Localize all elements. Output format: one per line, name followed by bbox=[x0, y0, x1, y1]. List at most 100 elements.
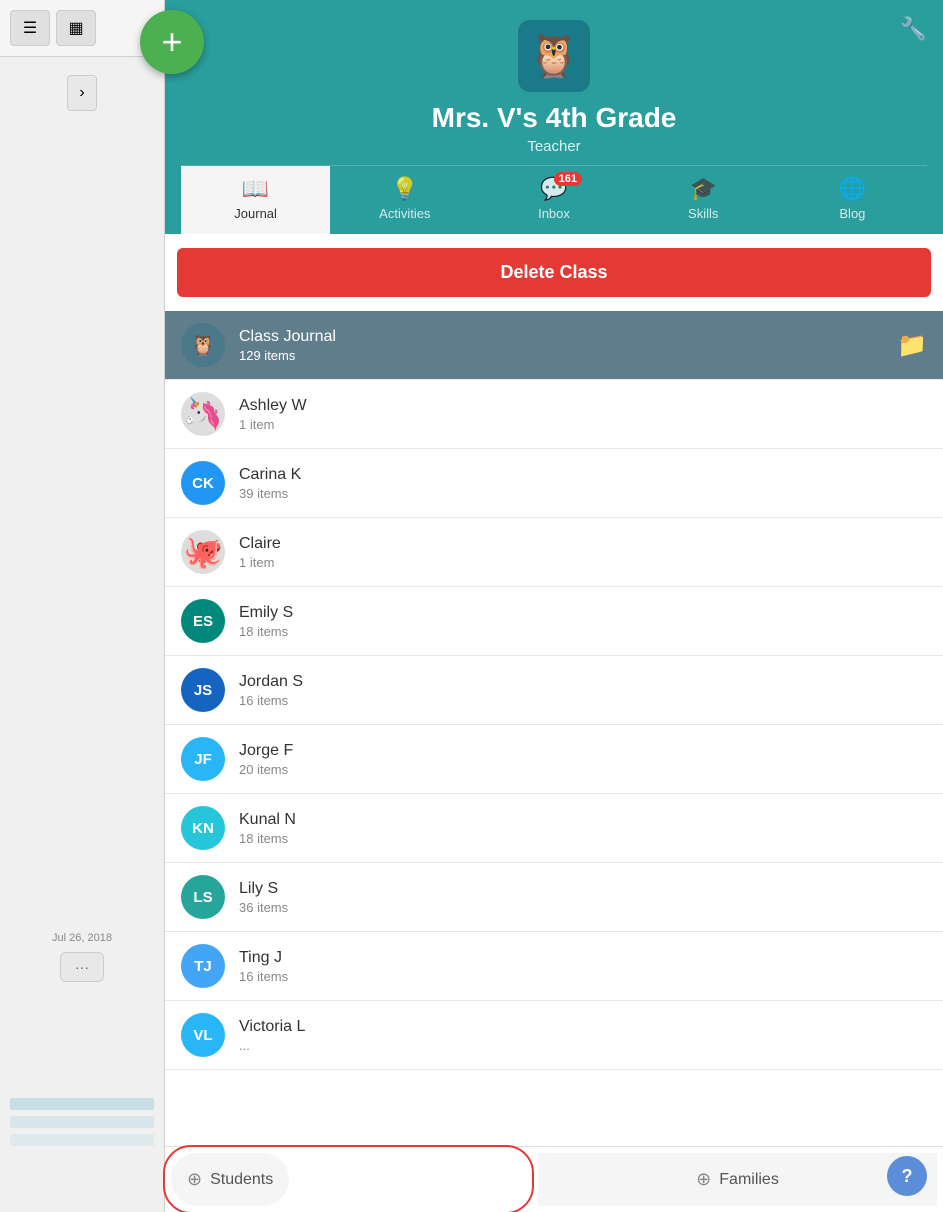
student-info: Kunal N 18 items bbox=[239, 811, 927, 846]
student-name: Carina K bbox=[239, 466, 927, 484]
student-items: ... bbox=[239, 1038, 927, 1053]
student-items: 18 items bbox=[239, 831, 927, 846]
student-name: Jordan S bbox=[239, 673, 927, 691]
student-row[interactable]: 🦄 Ashley W 1 item bbox=[165, 380, 943, 449]
student-list: 🦄 Ashley W 1 item CK Carina K 39 items 🐙… bbox=[165, 380, 943, 1070]
student-items: 18 items bbox=[239, 624, 927, 639]
student-row[interactable]: JF Jorge F 20 items bbox=[165, 725, 943, 794]
student-items: 1 item bbox=[239, 417, 927, 432]
sidebar-content-lines bbox=[10, 1098, 154, 1152]
student-items: 16 items bbox=[239, 969, 927, 984]
tab-blog-label: Blog bbox=[839, 206, 865, 221]
student-row[interactable]: 🐙 Claire 1 item bbox=[165, 518, 943, 587]
student-info: Claire 1 item bbox=[239, 535, 927, 570]
plus-icon: + bbox=[161, 24, 182, 60]
sidebar-line-3 bbox=[10, 1134, 154, 1146]
student-info: Emily S 18 items bbox=[239, 604, 927, 639]
student-items: 39 items bbox=[239, 486, 927, 501]
tab-journal-label: Journal bbox=[234, 206, 277, 221]
owl-emoji: 🦉 bbox=[528, 32, 580, 81]
student-name: Ashley W bbox=[239, 397, 927, 415]
menu-icon[interactable]: ☰ bbox=[10, 10, 50, 46]
student-name: Jorge F bbox=[239, 742, 927, 760]
inbox-badge: 161 bbox=[554, 172, 582, 186]
tab-blog[interactable]: 🌐 Blog bbox=[778, 166, 927, 234]
student-name: Kunal N bbox=[239, 811, 927, 829]
help-icon: ? bbox=[902, 1166, 913, 1187]
more-options-button[interactable]: ··· bbox=[60, 952, 104, 982]
avatar: KN bbox=[181, 806, 225, 850]
tab-skills[interactable]: 🎓 Skills bbox=[629, 166, 778, 234]
tab-inbox[interactable]: 💬 161 Inbox bbox=[479, 166, 628, 234]
student-row[interactable]: TJ Ting J 16 items bbox=[165, 932, 943, 1001]
class-journal-name: Class Journal bbox=[239, 328, 897, 346]
student-row[interactable]: KN Kunal N 18 items bbox=[165, 794, 943, 863]
folder-icon: 📁 bbox=[897, 331, 927, 360]
owl-logo: 🦉 bbox=[518, 20, 590, 92]
class-header: 🦉 Mrs. V's 4th Grade Teacher 🔧 📖 Journal… bbox=[165, 0, 943, 234]
blog-icon: 🌐 bbox=[839, 176, 866, 202]
avatar: 🦄 bbox=[181, 392, 225, 436]
student-row[interactable]: ES Emily S 18 items bbox=[165, 587, 943, 656]
student-row[interactable]: CK Carina K 39 items bbox=[165, 449, 943, 518]
class-journal-row[interactable]: 🦉 Class Journal 129 items 📁 bbox=[165, 311, 943, 380]
avatar: LS bbox=[181, 875, 225, 919]
student-info: Ting J 16 items bbox=[239, 949, 927, 984]
class-journal-avatar: 🦉 bbox=[181, 323, 225, 367]
class-journal-items: 129 items bbox=[239, 348, 897, 363]
student-name: Claire bbox=[239, 535, 927, 553]
avatar: JF bbox=[181, 737, 225, 781]
tab-journal[interactable]: 📖 Journal bbox=[181, 166, 330, 234]
plus-students-icon: ⊕ bbox=[187, 1169, 202, 1190]
sidebar-date: Jul 26, 2018 bbox=[0, 924, 164, 952]
avatar: VL bbox=[181, 1013, 225, 1057]
student-items: 20 items bbox=[239, 762, 927, 777]
bottom-navigation: ⊕ Students ⊕ Families bbox=[165, 1146, 943, 1212]
student-row[interactable]: VL Victoria L ... bbox=[165, 1001, 943, 1070]
class-journal-owl: 🦉 bbox=[191, 333, 216, 358]
student-name: Ting J bbox=[239, 949, 927, 967]
tab-inbox-label: Inbox bbox=[538, 206, 570, 221]
sidebar: ☰ ▦ › Jul 26, 2018 ··· bbox=[0, 0, 165, 1212]
families-label: Families bbox=[719, 1171, 779, 1189]
students-wrapper: ⊕ Students bbox=[165, 1147, 532, 1212]
main-content: 🦉 Mrs. V's 4th Grade Teacher 🔧 📖 Journal… bbox=[165, 0, 943, 1212]
calendar-icon[interactable]: ▦ bbox=[56, 10, 96, 46]
help-button[interactable]: ? bbox=[887, 1156, 927, 1196]
delete-class-button[interactable]: Delete Class bbox=[177, 248, 931, 297]
navigation-tabs: 📖 Journal 💡 Activities 💬 161 Inbox 🎓 Ski… bbox=[181, 165, 927, 234]
sidebar-line-2 bbox=[10, 1116, 154, 1128]
journal-icon: 📖 bbox=[242, 176, 269, 202]
class-journal-info: Class Journal 129 items bbox=[239, 328, 897, 363]
student-name: Lily S bbox=[239, 880, 927, 898]
plus-families-icon: ⊕ bbox=[696, 1169, 711, 1190]
student-items: 16 items bbox=[239, 693, 927, 708]
class-subtitle: Teacher bbox=[181, 138, 927, 155]
add-button[interactable]: + bbox=[140, 10, 204, 74]
tab-activities[interactable]: 💡 Activities bbox=[330, 166, 479, 234]
student-row[interactable]: LS Lily S 36 items bbox=[165, 863, 943, 932]
sidebar-line-1 bbox=[10, 1098, 154, 1110]
avatar: JS bbox=[181, 668, 225, 712]
avatar: ES bbox=[181, 599, 225, 643]
students-button[interactable]: ⊕ Students bbox=[171, 1153, 289, 1206]
student-row[interactable]: JS Jordan S 16 items bbox=[165, 656, 943, 725]
tab-activities-label: Activities bbox=[379, 206, 430, 221]
expand-sidebar-button[interactable]: › bbox=[67, 75, 97, 111]
student-info: Jorge F 20 items bbox=[239, 742, 927, 777]
students-label: Students bbox=[210, 1171, 273, 1189]
skills-icon: 🎓 bbox=[690, 176, 717, 202]
student-info: Carina K 39 items bbox=[239, 466, 927, 501]
student-info: Lily S 36 items bbox=[239, 880, 927, 915]
families-button[interactable]: ⊕ Families bbox=[538, 1153, 937, 1206]
settings-icon[interactable]: 🔧 bbox=[900, 16, 927, 42]
class-title: Mrs. V's 4th Grade bbox=[181, 102, 927, 134]
student-name: Victoria L bbox=[239, 1018, 927, 1036]
student-items: 1 item bbox=[239, 555, 927, 570]
activities-icon: 💡 bbox=[391, 176, 418, 202]
student-info: Ashley W 1 item bbox=[239, 397, 927, 432]
avatar: CK bbox=[181, 461, 225, 505]
sidebar-toolbar: ☰ ▦ bbox=[0, 0, 164, 57]
student-name: Emily S bbox=[239, 604, 927, 622]
avatar: 🐙 bbox=[181, 530, 225, 574]
